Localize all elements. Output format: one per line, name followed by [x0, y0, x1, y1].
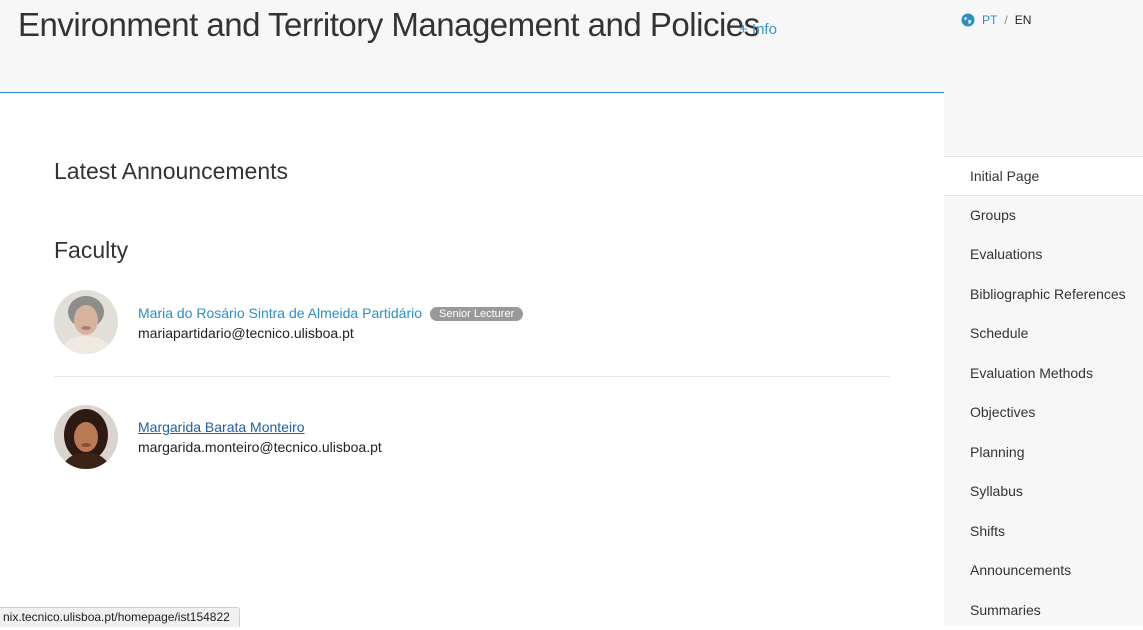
language-en-link[interactable]: EN — [1015, 13, 1032, 27]
language-switcher: PT / EN — [961, 13, 1031, 27]
faculty-name[interactable]: Maria do Rosário Sintra de Almeida Parti… — [138, 305, 422, 321]
sidebar-item-initial-page[interactable]: Initial Page — [944, 156, 1143, 196]
faculty-email: margarida.monteiro@tecnico.ulisboa.pt — [138, 439, 382, 455]
sidebar-item-bibliographic-references[interactable]: Bibliographic References — [944, 275, 1143, 315]
avatar[interactable] — [54, 290, 118, 354]
sidebar-nav: Initial Page Groups Evaluations Bibliogr… — [944, 156, 1143, 630]
page-title: Environment and Territory Management and… — [18, 6, 760, 44]
divider — [54, 376, 890, 377]
sidebar-item-groups[interactable]: Groups — [944, 196, 1143, 236]
sidebar-item-summaries[interactable]: Summaries — [944, 591, 1143, 630]
status-bar-url: nix.tecnico.ulisboa.pt/homepage/ist15482… — [0, 607, 240, 627]
sidebar-item-evaluation-methods[interactable]: Evaluation Methods — [944, 354, 1143, 394]
language-pt-link[interactable]: PT — [982, 13, 997, 27]
faculty-email: mariapartidario@tecnico.ulisboa.pt — [138, 325, 354, 341]
sidebar-item-announcements[interactable]: Announcements — [944, 551, 1143, 591]
role-badge: Senior Lecturer — [430, 307, 523, 321]
language-separator: / — [1004, 13, 1007, 27]
globe-icon — [961, 13, 975, 27]
sidebar-item-objectives[interactable]: Objectives — [944, 393, 1143, 433]
info-link[interactable]: + Info — [739, 21, 777, 38]
faculty-name-link[interactable]: Maria do Rosário Sintra de Almeida Parti… — [138, 305, 523, 321]
latest-announcements-heading: Latest Announcements — [54, 158, 288, 185]
sidebar-item-shifts[interactable]: Shifts — [944, 512, 1143, 552]
faculty-heading: Faculty — [54, 237, 128, 264]
sidebar-item-schedule[interactable]: Schedule — [944, 314, 1143, 354]
faculty-name-link[interactable]: Margarida Barata Monteiro — [138, 419, 305, 435]
avatar[interactable] — [54, 405, 118, 469]
sidebar-item-planning[interactable]: Planning — [944, 433, 1143, 473]
sidebar-item-evaluations[interactable]: Evaluations — [944, 235, 1143, 275]
sidebar-item-syllabus[interactable]: Syllabus — [944, 472, 1143, 512]
